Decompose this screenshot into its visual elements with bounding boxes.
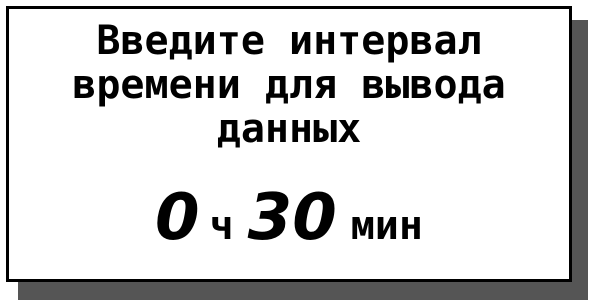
hours-unit-label: ч bbox=[209, 203, 234, 249]
prompt-line-3: данных bbox=[216, 106, 362, 152]
interval-value-row: 0 ч 30 мин bbox=[9, 183, 569, 261]
minutes-unit-label: мин bbox=[350, 203, 423, 249]
minutes-value[interactable]: 30 bbox=[248, 181, 337, 255]
prompt-line-1: Введите интервал bbox=[96, 18, 482, 64]
interval-dialog: Введите интервал времени для вывода данн… bbox=[6, 6, 572, 282]
prompt-line-2: времени для вывода bbox=[72, 62, 506, 108]
hours-value[interactable]: 0 bbox=[155, 181, 200, 255]
prompt-text: Введите интервал времени для вывода данн… bbox=[9, 19, 569, 151]
